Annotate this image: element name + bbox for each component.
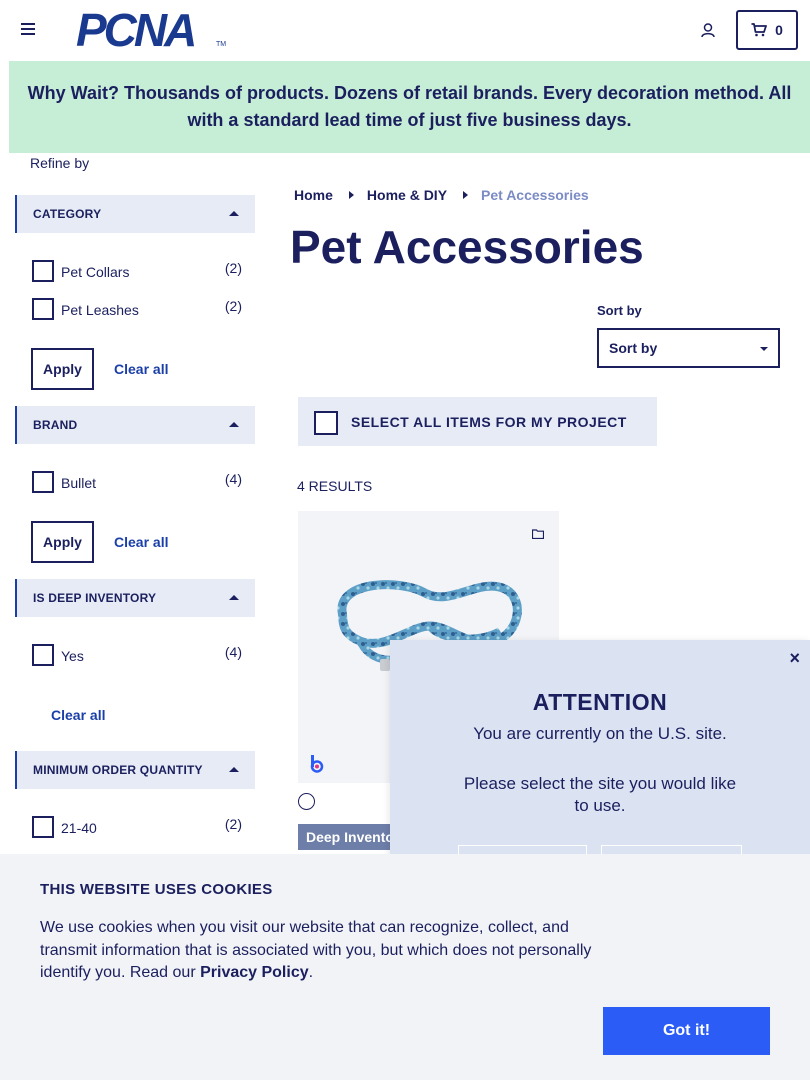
promo-banner: Why Wait? Thousands of products. Dozens … xyxy=(9,61,810,153)
facet-title: MINIMUM ORDER QUANTITY xyxy=(33,763,203,777)
facet-option-label: Pet Leashes xyxy=(61,302,139,318)
sort-select[interactable]: Sort by xyxy=(597,328,780,368)
breadcrumb-home[interactable]: Home xyxy=(294,187,333,203)
facet-option-label: Yes xyxy=(61,648,84,664)
breadcrumb-arrow-icon xyxy=(348,191,354,199)
site-header: PCNA TM 0 xyxy=(0,0,810,60)
facet-option-count: (4) xyxy=(224,644,242,660)
apply-category-button[interactable]: Apply xyxy=(31,348,94,390)
bullet-brand-icon xyxy=(310,755,324,773)
facet-header-category[interactable]: CATEGORY xyxy=(15,195,255,233)
facet-title: IS DEEP INVENTORY xyxy=(33,591,157,605)
facet-option-count: (4) xyxy=(224,471,242,487)
caret-up-icon xyxy=(229,767,239,772)
results-count: 4 RESULTS xyxy=(297,478,373,494)
modal-current-site-text: You are currently on the U.S. site. xyxy=(473,724,727,743)
select-all-checkbox[interactable] xyxy=(314,411,338,435)
chevron-down-icon xyxy=(760,347,768,351)
promo-banner-text: Why Wait? Thousands of products. Dozens … xyxy=(27,83,792,130)
checkbox[interactable] xyxy=(32,644,54,666)
cart-icon xyxy=(751,23,767,37)
modal-title: ATTENTION xyxy=(532,689,668,715)
breadcrumb-arrow-icon xyxy=(463,191,469,199)
clear-deep-inventory-link[interactable]: Clear all xyxy=(51,707,105,723)
logo-trademark: TM xyxy=(216,41,227,48)
privacy-policy-link[interactable]: Privacy Policy xyxy=(200,964,309,981)
got-it-button[interactable]: Got it! xyxy=(603,1007,770,1055)
user-account-icon[interactable] xyxy=(700,22,716,38)
cookie-text: We use cookies when you visit our websit… xyxy=(40,917,610,985)
cart-count: 0 xyxy=(775,22,783,38)
facet-option-pet-leashes[interactable]: Pet Leashes (2) xyxy=(32,298,242,322)
caret-up-icon xyxy=(229,422,239,427)
cookie-title: THIS WEBSITE USES COOKIES xyxy=(40,881,273,898)
facet-title: CATEGORY xyxy=(33,207,102,221)
facet-header-min-order-qty[interactable]: MINIMUM ORDER QUANTITY xyxy=(15,751,255,789)
cookie-text-end: . xyxy=(308,964,314,981)
close-icon[interactable]: × xyxy=(789,648,800,669)
apply-brand-button[interactable]: Apply xyxy=(31,521,94,563)
checkbox[interactable] xyxy=(32,298,54,320)
cookie-banner: THIS WEBSITE USES COOKIES We use cookies… xyxy=(0,854,810,1080)
clear-brand-link[interactable]: Clear all xyxy=(114,534,168,550)
hamburger-menu-icon[interactable] xyxy=(21,23,35,35)
facet-title: BRAND xyxy=(33,418,78,432)
caret-up-icon xyxy=(229,595,239,600)
refine-by-label: Refine by xyxy=(30,155,90,171)
breadcrumb: Home Home & DIY Pet Accessories xyxy=(294,187,589,203)
clear-category-link[interactable]: Clear all xyxy=(114,361,168,377)
facet-option-yes[interactable]: Yes (4) xyxy=(32,644,242,668)
modal-select-site-text: Please select the site you would like to… xyxy=(463,774,737,815)
checkbox[interactable] xyxy=(32,471,54,493)
select-all-items[interactable]: SELECT ALL ITEMS FOR MY PROJECT xyxy=(298,397,657,446)
cart-button[interactable]: 0 xyxy=(736,10,798,50)
caret-up-icon xyxy=(229,211,239,216)
folder-icon[interactable] xyxy=(532,529,544,539)
logo-text: PCNA xyxy=(76,4,197,56)
sort-selected-value: Sort by xyxy=(609,340,658,356)
select-all-label: SELECT ALL ITEMS FOR MY PROJECT xyxy=(351,414,627,430)
sort-label: Sort by xyxy=(597,303,642,318)
facet-option-count: (2) xyxy=(224,816,242,832)
checkbox[interactable] xyxy=(32,816,54,838)
facet-header-brand[interactable]: BRAND xyxy=(15,406,255,444)
breadcrumb-current: Pet Accessories xyxy=(481,187,589,203)
breadcrumb-home-diy[interactable]: Home & DIY xyxy=(367,187,447,203)
facet-option-count: (2) xyxy=(224,298,242,314)
compare-radio[interactable] xyxy=(298,793,315,810)
facet-header-deep-inventory[interactable]: IS DEEP INVENTORY xyxy=(15,579,255,617)
facet-option-label: Bullet xyxy=(61,475,97,491)
page-title: Pet Accessories xyxy=(290,221,644,273)
facet-option-label: 21-40 xyxy=(61,820,97,836)
facet-option-label: Pet Collars xyxy=(61,264,130,280)
facet-option-count: (2) xyxy=(224,260,242,276)
checkbox[interactable] xyxy=(32,260,54,282)
facet-option-pet-collars[interactable]: Pet Collars (2) xyxy=(32,260,242,284)
cookie-body-text: We use cookies when you visit our websit… xyxy=(40,919,592,981)
facet-option-21-40[interactable]: 21-40 (2) xyxy=(32,816,242,840)
pcna-logo[interactable]: PCNA TM xyxy=(76,7,226,53)
facet-option-bullet[interactable]: Bullet (4) xyxy=(32,471,242,495)
